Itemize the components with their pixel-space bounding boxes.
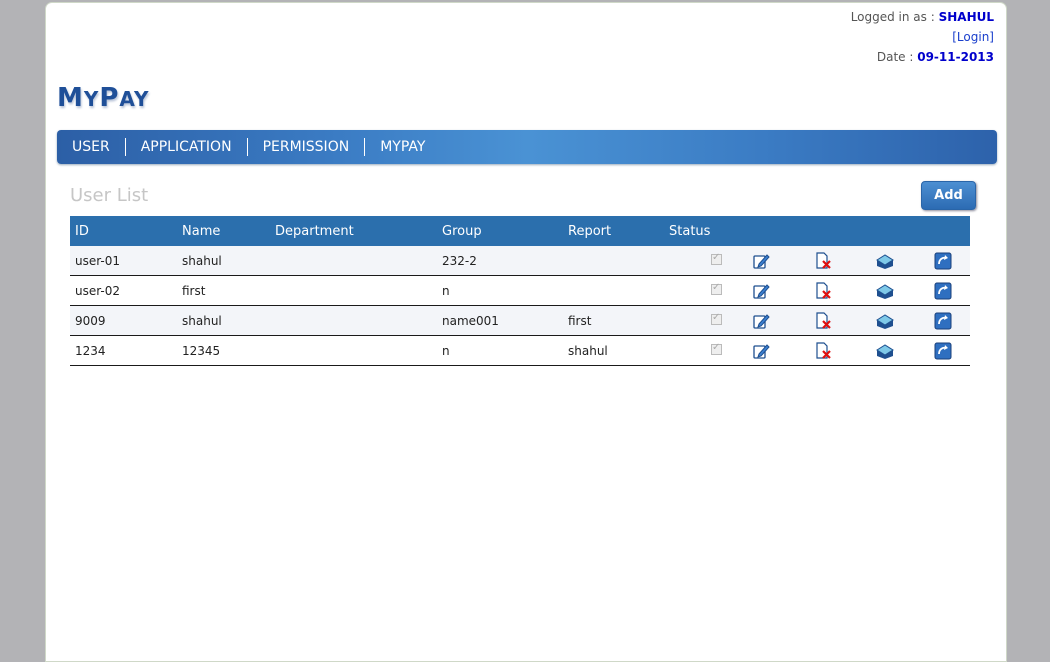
- cell-id: user-02: [70, 275, 177, 306]
- login-link[interactable]: [Login]: [952, 30, 994, 44]
- column-header-mail: [854, 216, 916, 246]
- column-header-group: Group: [437, 216, 563, 246]
- cell-department: [270, 335, 437, 366]
- nav-item-permission[interactable]: PERMISSION: [248, 138, 366, 156]
- table-row: 9009 shahul name001 first: [70, 305, 970, 336]
- refresh-icon[interactable]: [934, 342, 952, 360]
- edit-icon[interactable]: [752, 252, 770, 270]
- table-row: 1234 12345 n shahul: [70, 335, 970, 366]
- date-line: Date : 09-11-2013: [851, 47, 994, 67]
- nav-item-mypay[interactable]: MYPAY: [365, 138, 440, 156]
- app-logo: MYPAY: [57, 83, 150, 113]
- table-header-row: ID Name Department Group Report Status: [70, 216, 970, 246]
- cell-id: 9009: [70, 305, 177, 336]
- table-row: user-02 first n: [70, 275, 970, 306]
- username: SHAHUL: [938, 10, 994, 24]
- logged-in-line: Logged in as : SHAHUL: [851, 7, 994, 27]
- cell-name: shahul: [177, 246, 270, 276]
- column-header-name: Name: [177, 216, 270, 246]
- status-checkbox[interactable]: [711, 312, 722, 325]
- column-header-delete: [792, 216, 854, 246]
- cell-group: n: [437, 275, 563, 306]
- edit-icon[interactable]: [752, 312, 770, 330]
- mail-icon[interactable]: [876, 312, 894, 330]
- column-header-status: Status: [664, 216, 730, 246]
- column-header-edit: [730, 216, 792, 246]
- column-header-id: ID: [70, 216, 177, 246]
- column-header-department: Department: [270, 216, 437, 246]
- page-container: Logged in as : SHAHUL [Login] Date : 09-…: [45, 2, 1007, 662]
- column-header-report: Report: [563, 216, 664, 246]
- add-button[interactable]: Add: [921, 181, 976, 210]
- main-nav: USER APPLICATION PERMISSION MYPAY: [57, 130, 997, 164]
- refresh-icon[interactable]: [934, 312, 952, 330]
- date-value: 09-11-2013: [917, 50, 994, 64]
- refresh-icon[interactable]: [934, 252, 952, 270]
- cell-department: [270, 305, 437, 336]
- delete-icon[interactable]: [814, 341, 832, 360]
- status-checkbox[interactable]: [711, 282, 722, 295]
- table-row: user-01 shahul 232-2: [70, 246, 970, 276]
- cell-id: user-01: [70, 246, 177, 276]
- cell-department: [270, 246, 437, 276]
- cell-group: 232-2: [437, 246, 563, 276]
- status-checkbox[interactable]: [711, 342, 722, 355]
- cell-report: shahul: [563, 335, 664, 366]
- status-checkbox[interactable]: [711, 252, 722, 265]
- edit-icon[interactable]: [752, 342, 770, 360]
- cell-report: first: [563, 305, 664, 336]
- nav-item-application[interactable]: APPLICATION: [126, 138, 248, 156]
- mail-icon[interactable]: [876, 252, 894, 270]
- delete-icon[interactable]: [814, 251, 832, 270]
- user-table: ID Name Department Group Report Status u…: [70, 216, 970, 366]
- mail-icon[interactable]: [876, 342, 894, 360]
- cell-id: 1234: [70, 335, 177, 366]
- column-header-refresh: [916, 216, 970, 246]
- cell-group: n: [437, 335, 563, 366]
- date-label: Date :: [876, 50, 918, 64]
- logged-in-label: Logged in as :: [850, 10, 939, 24]
- delete-icon[interactable]: [814, 281, 832, 300]
- nav-item-user[interactable]: USER: [57, 138, 126, 156]
- login-info: Logged in as : SHAHUL [Login] Date : 09-…: [851, 7, 994, 67]
- page-title: User List: [70, 185, 149, 206]
- cell-group: name001: [437, 305, 563, 336]
- cell-name: first: [177, 275, 270, 306]
- cell-report: [563, 275, 664, 306]
- cell-report: [563, 246, 664, 276]
- cell-department: [270, 275, 437, 306]
- refresh-icon[interactable]: [934, 282, 952, 300]
- cell-name: shahul: [177, 305, 270, 336]
- cell-name: 12345: [177, 335, 270, 366]
- mail-icon[interactable]: [876, 282, 894, 300]
- edit-icon[interactable]: [752, 282, 770, 300]
- delete-icon[interactable]: [814, 311, 832, 330]
